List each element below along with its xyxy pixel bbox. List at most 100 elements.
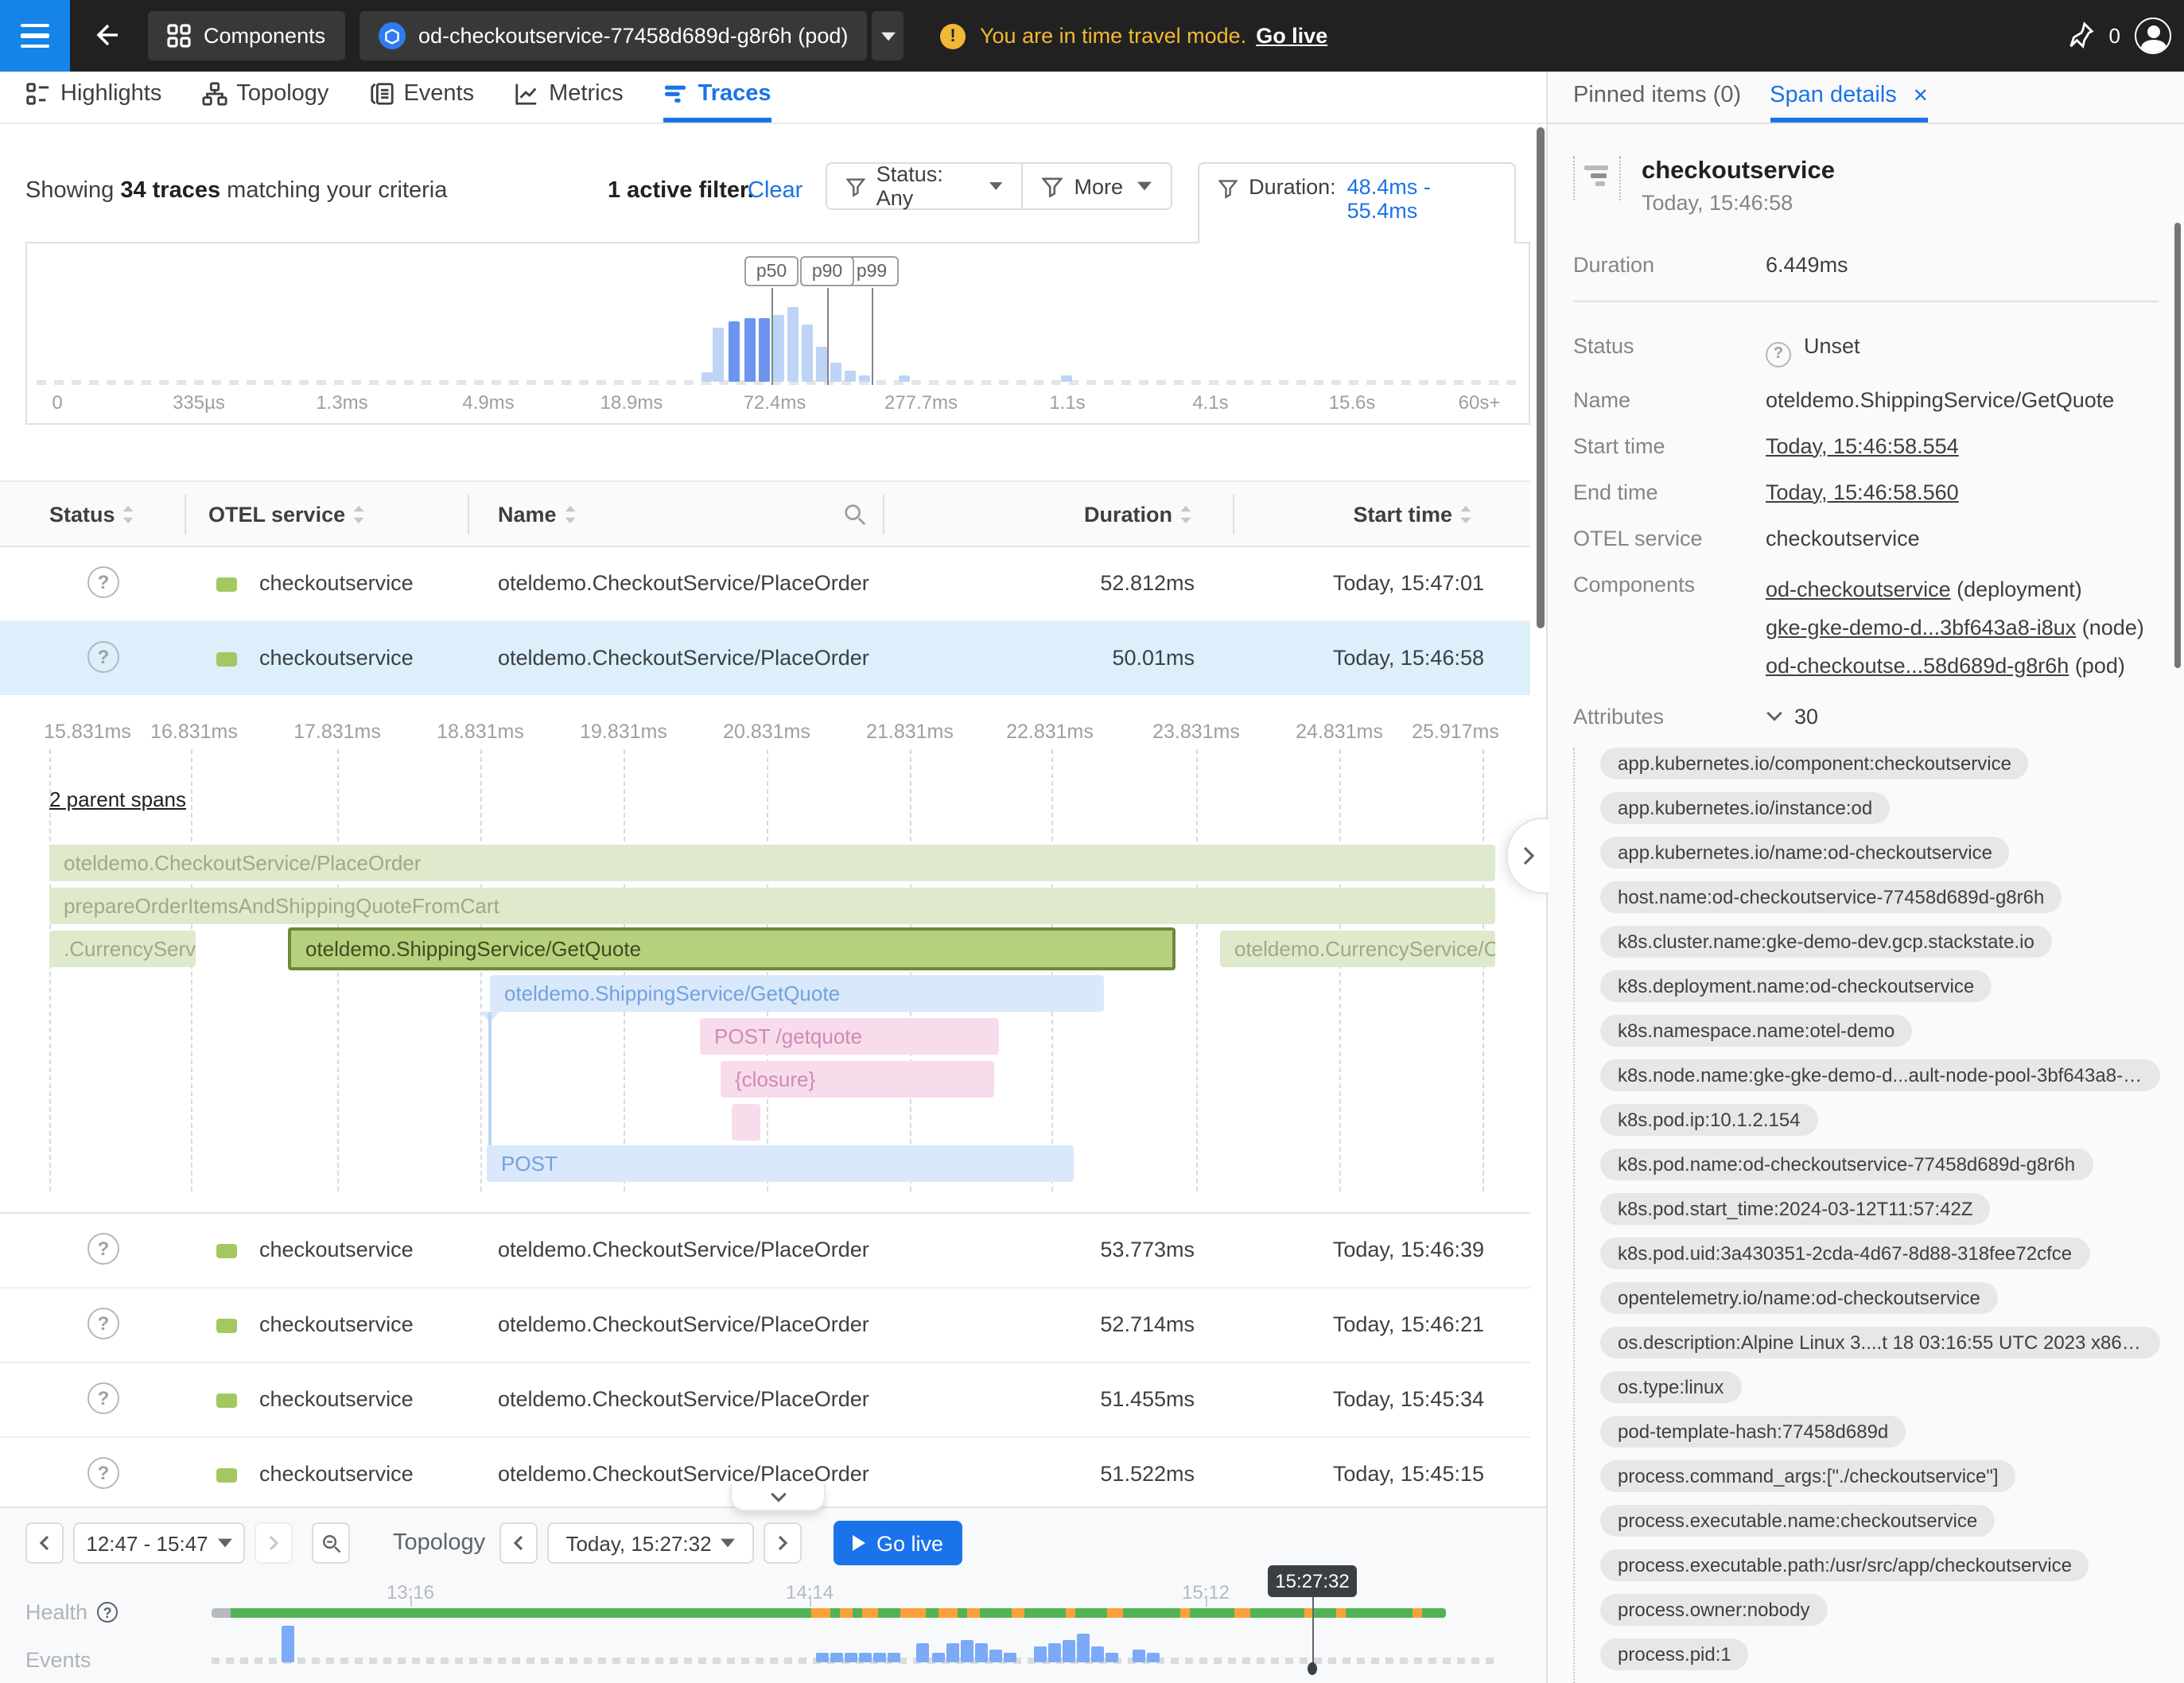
event-bar[interactable] [830,1652,843,1662]
health-timeline[interactable] [212,1608,1446,1618]
breadcrumb-components[interactable]: Components [148,11,344,60]
column-duration[interactable]: Duration [1084,482,1193,546]
clear-filters-link[interactable]: Clear [748,178,802,204]
trace-row[interactable]: ? checkoutservice oteldemo.CheckoutServi… [0,1214,1530,1288]
event-bar[interactable] [1063,1639,1075,1662]
tab-pinned-items[interactable]: Pinned items (0) [1573,72,1741,122]
trace-row[interactable]: ? checkoutservice oteldemo.CheckoutServi… [0,622,1530,695]
event-bar[interactable] [946,1642,959,1662]
topology-time-back-button[interactable] [499,1522,538,1564]
sort-icon[interactable] [122,503,136,524]
pin-icon[interactable] [2068,21,2095,51]
tab-events[interactable]: Events [368,72,474,122]
sort-icon[interactable] [1459,503,1473,524]
entity-dropdown-caret[interactable] [872,11,904,60]
event-bar[interactable] [932,1652,945,1662]
tab-metrics[interactable]: Metrics [514,72,623,122]
column-status[interactable]: Status [49,482,136,546]
span-bar[interactable]: oteldemo.ShippingService/GetQuote [490,975,1104,1012]
histogram-bar[interactable] [802,325,813,382]
sort-icon[interactable] [563,503,577,524]
event-bar[interactable] [888,1652,900,1662]
event-bar[interactable] [816,1652,829,1662]
component-link[interactable]: od-checkoutse...58d689d-g8r6h [1766,653,2069,677]
event-bar[interactable] [1106,1652,1118,1662]
event-bar[interactable] [1048,1642,1061,1662]
histogram-bar[interactable] [759,318,770,382]
component-link[interactable]: od-checkoutservice [1766,577,1951,601]
help-icon[interactable]: ? [97,1602,118,1623]
event-bar[interactable] [1077,1633,1090,1662]
entity-selector[interactable]: od-checkoutservice-77458d689d-g8r6h (pod… [359,11,867,60]
go-live-button[interactable]: Go live [834,1521,962,1565]
histogram-bar[interactable] [859,375,870,382]
component-link[interactable]: gke-gke-demo-d...3bf643a8-i8ux [1766,615,2076,639]
trace-row[interactable]: ? checkoutservice oteldemo.CheckoutServi… [0,547,1530,622]
histogram-bar[interactable] [701,372,713,382]
event-bar[interactable] [1091,1646,1104,1662]
time-range-dropdown[interactable]: 12:47 - 15:47 [73,1522,245,1564]
column-otel-service[interactable]: OTEL service [208,482,366,546]
tab-traces[interactable]: Traces [663,72,771,122]
zoom-out-button[interactable] [312,1522,350,1564]
event-bar[interactable] [859,1652,872,1662]
panel-scrollbar[interactable] [2174,223,2181,668]
histogram-bar[interactable] [845,371,856,382]
histogram-bar[interactable] [787,307,799,382]
span-bar[interactable]: {closure} [721,1061,994,1098]
column-start-time[interactable]: Start time [1353,482,1473,546]
event-bar[interactable] [975,1642,988,1662]
event-bar[interactable] [873,1652,886,1662]
span-bar[interactable]: POST /getquote [700,1018,999,1055]
span-bar[interactable]: oteldemo.ShippingService/GetQuote [288,927,1176,970]
event-bar[interactable] [1147,1652,1160,1662]
histogram-bar[interactable] [773,315,784,382]
go-live-link[interactable]: Go live [1256,24,1327,48]
event-bar[interactable] [989,1649,1002,1662]
event-bar[interactable] [961,1639,973,1662]
duration-filter[interactable]: Duration: 48.4ms - 55.4ms [1198,162,1516,243]
time-link[interactable]: Today, 15:46:58.554 [1766,433,1959,457]
span-bar[interactable]: POST [487,1145,1074,1182]
more-filters-button[interactable]: More [1023,164,1171,208]
status-filter-button[interactable]: Status: Any [827,164,1023,208]
parent-spans-link[interactable]: 2 parent spans [49,787,186,811]
collapse-trace-button[interactable] [730,1484,826,1511]
time-marker-handle[interactable] [1308,1662,1317,1675]
tab-highlights[interactable]: Highlights [25,72,161,122]
span-bar[interactable]: oteldemo.CurrencyService/Con [1220,931,1495,967]
span-bar[interactable]: prepareOrderItemsAndShippingQuoteFromCar… [49,888,1495,924]
tab-topology[interactable]: Topology [201,72,328,122]
chevron-down-icon[interactable] [1766,710,1783,721]
trace-row[interactable]: ? checkoutservice oteldemo.CheckoutServi… [0,1363,1530,1438]
trace-row[interactable]: ? checkoutservice oteldemo.CheckoutServi… [0,1288,1530,1363]
histogram-bar[interactable] [713,328,724,382]
close-icon[interactable]: ✕ [1913,84,1929,106]
histogram-bar[interactable] [744,318,756,382]
topology-time-dropdown[interactable]: Today, 15:27:32 [547,1522,754,1564]
duration-histogram[interactable]: p50 p90 p99 0335µs1.3ms4.9ms18.9ms72.4ms… [25,242,1530,425]
event-bar[interactable] [916,1642,929,1662]
column-name[interactable]: Name [498,482,577,546]
span-bar[interactable]: oteldemo.CheckoutService/PlaceOrder [49,845,1495,881]
time-marker-tooltip[interactable]: 15:27:32 [1268,1565,1357,1597]
main-scrollbar[interactable] [1537,127,1545,628]
event-bar[interactable] [845,1652,857,1662]
histogram-bar[interactable] [816,347,827,382]
duration-filter-value[interactable]: 48.4ms - 55.4ms [1347,175,1495,223]
histogram-bar[interactable] [1061,375,1072,382]
sort-icon[interactable] [352,503,366,524]
time-link[interactable]: Today, 15:46:58.560 [1766,480,1959,503]
histogram-bar[interactable] [729,321,740,382]
tab-span-details[interactable]: Span details ✕ [1770,72,1929,122]
event-bar[interactable] [1034,1646,1047,1662]
back-button[interactable] [91,21,119,49]
timeline-range-back-button[interactable] [25,1522,64,1564]
span-bar[interactable]: .CurrencyServ... [49,931,196,967]
span-bar[interactable] [732,1104,760,1141]
menu-button[interactable] [0,0,70,72]
histogram-bar[interactable] [899,375,910,382]
time-marker-line[interactable] [1312,1597,1314,1667]
event-bar[interactable] [1004,1652,1016,1662]
timeline-range-forward-button[interactable] [255,1522,293,1564]
